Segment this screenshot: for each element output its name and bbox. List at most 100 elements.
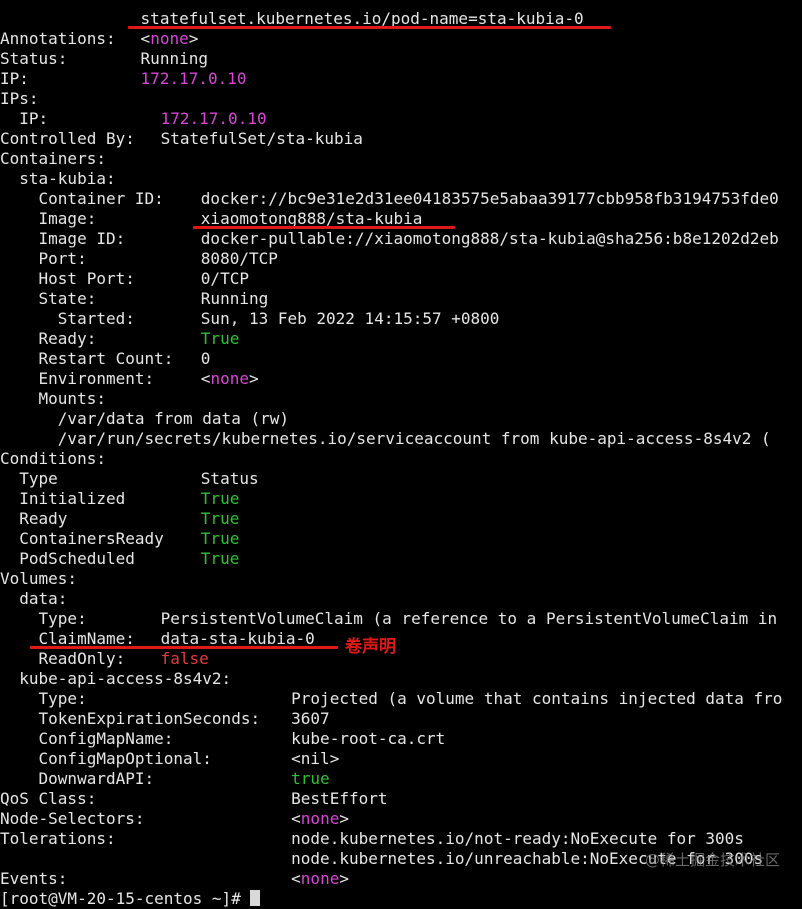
terminal-line: Image ID: docker-pullable://xiaomotong888… — [0, 229, 802, 249]
watermark: @稀土掘金技术社区 — [645, 851, 781, 869]
highlight-underline-claim-name — [30, 646, 338, 649]
field-label: Initialized — [0, 489, 126, 508]
terminal-line: Annotations: <none> — [0, 29, 802, 49]
terminal-line: Type Status — [0, 469, 802, 489]
field-value: <none> — [291, 809, 349, 828]
field-value: 172.17.0.10 — [140, 69, 247, 88]
terminal-line: Tolerations: node.kubernetes.io/not-ready… — [0, 829, 802, 849]
field-value: <none> — [291, 869, 349, 888]
field-value: false — [160, 649, 209, 668]
field-value: Projected (a volume that contains inject… — [291, 689, 783, 708]
terminal-line: Volumes: — [0, 569, 802, 589]
field-label: Type: — [0, 609, 87, 628]
field-value: True — [200, 549, 240, 568]
field-value: BestEffort — [291, 789, 388, 808]
field-label: sta-kubia: — [0, 169, 116, 188]
field-label: State: — [0, 289, 97, 308]
field-label: Started: — [0, 309, 135, 328]
terminal-line: PodScheduled True — [0, 549, 802, 569]
field-label: Image: — [0, 209, 97, 228]
field-value: Running — [200, 289, 269, 308]
terminal-line: ConfigMapName: kube-root-ca.crt — [0, 729, 802, 749]
field-value: True — [200, 529, 240, 548]
field-label: Node-Selectors: — [0, 809, 145, 828]
field-value: docker://bc9e31e2d31ee04183575e5abaa3917… — [200, 189, 779, 208]
terminal-line: /var/run/secrets/kubernetes.io/serviceac… — [0, 429, 802, 449]
terminal-output[interactable]: statefulset.kubernetes.io/pod-name=sta-k… — [0, 0, 802, 908]
field-value: 0 — [200, 349, 211, 368]
field-label: Tolerations: — [0, 829, 116, 848]
terminal-line: Status: Running — [0, 49, 802, 69]
terminal-line: Type: PersistentVolumeClaim (a reference … — [0, 609, 802, 629]
terminal-line: DownwardAPI: true — [0, 769, 802, 789]
terminal-line: Controlled By: StatefulSet/sta-kubia — [0, 129, 802, 149]
terminal-line: Events: <none> — [0, 869, 802, 889]
terminal-line: kube-api-access-8s4v2: — [0, 669, 802, 689]
field-label: Ready — [0, 509, 68, 528]
field-label: ConfigMapName: — [0, 729, 174, 748]
field-value: kube-root-ca.crt — [291, 729, 446, 748]
terminal-line: IP: 172.17.0.10 — [0, 109, 802, 129]
field-label: IPs: — [0, 89, 39, 108]
annotation-label: 卷声明 — [345, 637, 396, 657]
terminal-line: data: — [0, 589, 802, 609]
field-label: TokenExpirationSeconds: — [0, 709, 261, 728]
field-label: Container ID: — [0, 189, 164, 208]
field-label: ContainersReady — [0, 529, 164, 548]
terminal-line: Node-Selectors: <none> — [0, 809, 802, 829]
terminal-line: Environment: <none> — [0, 369, 802, 389]
field-label: Volumes: — [0, 569, 78, 588]
field-label: Port: — [0, 249, 87, 268]
field-label: IP: — [0, 109, 49, 128]
field-label: DownwardAPI: — [0, 769, 155, 788]
terminal-line: [root@VM-20-15-centos ~]# — [0, 889, 802, 909]
field-label: Events: — [0, 869, 68, 888]
terminal-line: Restart Count: 0 — [0, 349, 802, 369]
field-value: <none> — [140, 29, 199, 48]
field-label: Image ID: — [0, 229, 126, 248]
field-label: /var/run/secrets/kubernetes.io/serviceac… — [0, 429, 771, 448]
terminal-line: Ready: True — [0, 329, 802, 349]
field-value: True — [200, 329, 240, 348]
field-label: Restart Count: — [0, 349, 174, 368]
terminal-line: Port: 8080/TCP — [0, 249, 802, 269]
field-value: 0/TCP — [200, 269, 249, 288]
field-label: Type: — [0, 689, 87, 708]
terminal-line: IPs: — [0, 89, 802, 109]
field-label: /var/data from data (rw) — [0, 409, 289, 428]
field-label: Annotations: — [0, 29, 116, 48]
terminal-line: TokenExpirationSeconds: 3607 — [0, 709, 802, 729]
field-label: kube-api-access-8s4v2: — [0, 669, 232, 688]
field-label: ConfigMapOptional: — [0, 749, 212, 768]
field-value: Running — [140, 49, 208, 68]
field-label: Mounts: — [0, 389, 106, 408]
terminal-line: Containers: — [0, 149, 802, 169]
field-value: 172.17.0.10 — [160, 109, 267, 128]
field-label: data: — [0, 589, 68, 608]
field-value: True — [200, 489, 240, 508]
terminal-line: State: Running — [0, 289, 802, 309]
terminal-line: ConfigMapOptional: <nil> — [0, 749, 802, 769]
field-value: 8080/TCP — [200, 249, 278, 268]
terminal-line: Container ID: docker://bc9e31e2d31ee04183… — [0, 189, 802, 209]
cursor-icon — [250, 890, 261, 906]
terminal-line: /var/data from data (rw) — [0, 409, 802, 429]
field-label: Host Port: — [0, 269, 135, 288]
terminal-line: ReadOnly: false — [0, 649, 802, 669]
field-value: node.kubernetes.io/not-ready:NoExecute f… — [291, 829, 744, 848]
terminal-line: Host Port: 0/TCP — [0, 269, 802, 289]
field-label: Type — [0, 469, 58, 488]
field-value: <none> — [200, 369, 259, 388]
field-value: 3607 — [291, 709, 330, 728]
field-label: Status: — [0, 49, 68, 68]
field-label: ReadOnly: — [0, 649, 126, 668]
field-value: <nil> — [291, 749, 340, 768]
field-label: Containers: — [0, 149, 106, 168]
field-label: QoS Class: — [0, 789, 97, 808]
field-value: docker-pullable://xiaomotong888/sta-kubi… — [200, 229, 779, 248]
terminal-line: IP: 172.17.0.10 — [0, 69, 802, 89]
field-label: Ready: — [0, 329, 97, 348]
terminal-line: Initialized True — [0, 489, 802, 509]
field-value: Sun, 13 Feb 2022 14:15:57 +0800 — [200, 309, 500, 328]
field-value: true — [291, 769, 330, 788]
